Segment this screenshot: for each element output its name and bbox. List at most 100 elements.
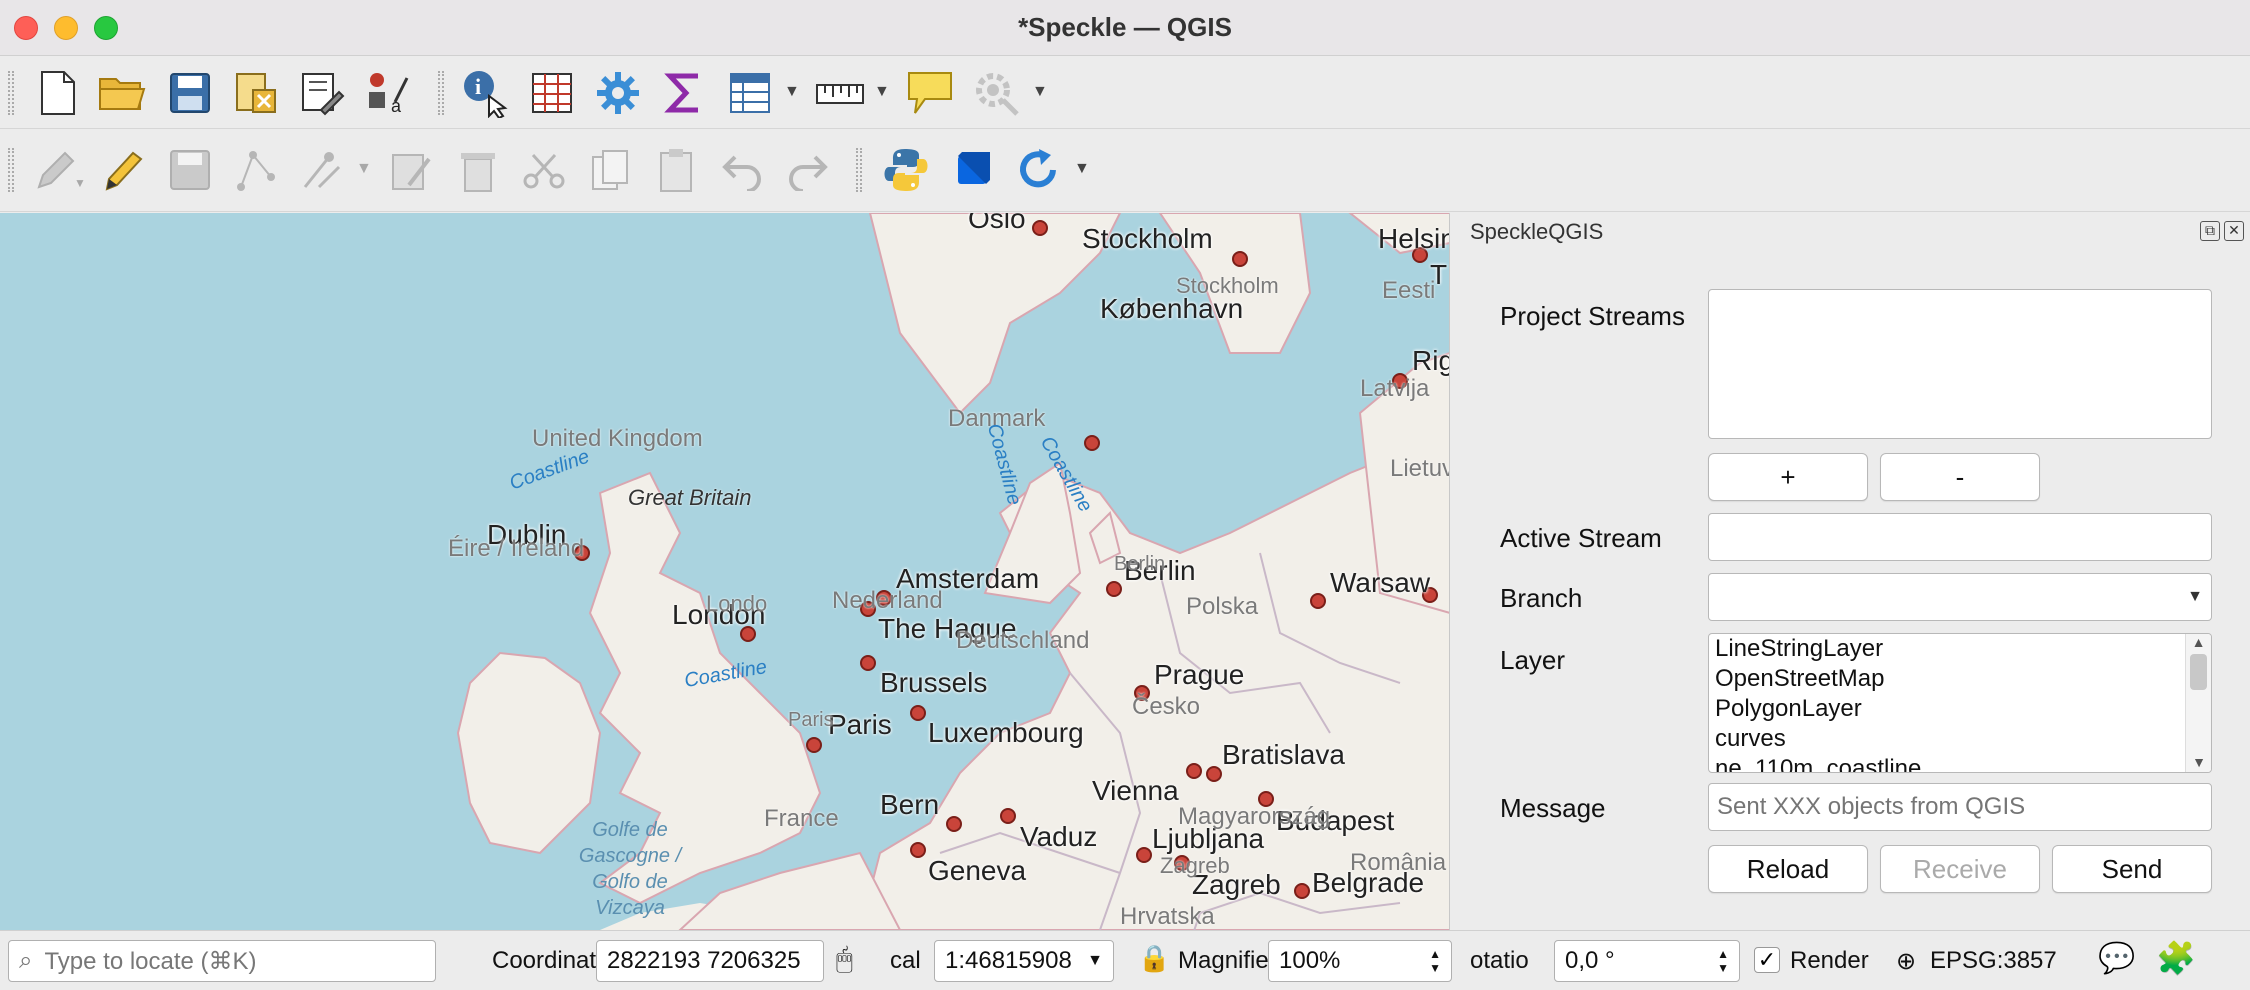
layer-list-item[interactable]: PolygonLayer bbox=[1709, 694, 2211, 724]
remove-stream-button[interactable]: - bbox=[1880, 453, 2040, 501]
new-print-layout-icon[interactable] bbox=[230, 67, 282, 119]
toolbar-grip[interactable] bbox=[8, 148, 14, 192]
toolbar-grip[interactable] bbox=[8, 71, 14, 115]
scrollbar-thumb[interactable] bbox=[2190, 654, 2207, 690]
reload-button[interactable]: Reload bbox=[1708, 845, 1868, 893]
map-city-label: Vaduz bbox=[1020, 821, 1098, 852]
speckle-cube-icon[interactable] bbox=[946, 144, 998, 196]
scroll-down-icon[interactable]: ▼ bbox=[2186, 754, 2211, 770]
scroll-up-icon[interactable]: ▲ bbox=[2186, 634, 2211, 650]
active-stream-field[interactable] bbox=[1708, 513, 2212, 561]
open-attribute-table-icon[interactable] bbox=[526, 67, 578, 119]
layer-list-item[interactable]: curves bbox=[1709, 724, 2211, 754]
vertex-tool-icon[interactable] bbox=[296, 144, 348, 196]
attribute-table-icon[interactable] bbox=[724, 67, 776, 119]
map-country-label: Latvija bbox=[1360, 375, 1430, 402]
locator-placeholder: Type to locate (⌘K) bbox=[44, 947, 257, 975]
map-city-label: Bern bbox=[880, 789, 940, 820]
refresh-icon[interactable] bbox=[1012, 144, 1064, 196]
lock-scale-icon[interactable]: 🔒 bbox=[1138, 943, 1170, 974]
measure-icon[interactable] bbox=[814, 67, 866, 119]
float-panel-icon[interactable]: ⧉ bbox=[2200, 221, 2220, 241]
crs-button[interactable]: EPSG:3857 bbox=[1930, 947, 2057, 975]
paste-icon[interactable] bbox=[650, 144, 702, 196]
modify-attributes-icon[interactable] bbox=[386, 144, 438, 196]
new-project-icon[interactable] bbox=[32, 67, 84, 119]
spinner-arrows-icon[interactable]: ▲ ▼ bbox=[1429, 947, 1441, 975]
globe-icon[interactable]: ⊕ bbox=[1896, 947, 1916, 976]
send-button[interactable]: Send bbox=[2052, 845, 2212, 893]
render-checkbox[interactable]: ✓ bbox=[1754, 947, 1780, 973]
copy-icon[interactable] bbox=[584, 144, 636, 196]
python-console-icon[interactable] bbox=[880, 144, 932, 196]
layout-manager-icon[interactable] bbox=[296, 67, 348, 119]
save-edits-icon[interactable] bbox=[164, 144, 216, 196]
search-icon: ⌕ bbox=[19, 947, 33, 974]
chevron-down-icon[interactable]: ▼ bbox=[784, 83, 800, 101]
delete-icon[interactable] bbox=[452, 144, 504, 196]
magnifier-field[interactable]: 100% ▲ ▼ bbox=[1268, 940, 1452, 982]
open-project-icon[interactable] bbox=[96, 67, 148, 119]
chevron-down-icon[interactable]: ▼ bbox=[1087, 952, 1103, 970]
identify-icon[interactable]: i bbox=[460, 67, 512, 119]
toolbar-grip[interactable] bbox=[438, 71, 444, 115]
chevron-down-icon[interactable]: ▼ bbox=[1074, 160, 1090, 178]
receive-button[interactable]: Receive bbox=[1880, 845, 2040, 893]
toolbar-grip[interactable] bbox=[856, 148, 862, 192]
map-city-label: Rig bbox=[1412, 345, 1450, 376]
processing-toolbox-icon[interactable] bbox=[970, 67, 1022, 119]
layer-list-item[interactable]: LineStringLayer bbox=[1709, 634, 2211, 664]
undo-icon[interactable] bbox=[716, 144, 768, 196]
map-city-label: Brussels bbox=[880, 667, 988, 698]
settings-gear-icon[interactable] bbox=[592, 67, 644, 119]
scale-field[interactable]: 1:46815908 ▼ bbox=[934, 940, 1114, 982]
map-small-label: Londo bbox=[706, 591, 768, 616]
scale-value: 1:46815908 bbox=[945, 947, 1072, 974]
svg-text:a: a bbox=[391, 96, 402, 116]
map-small-label: Stockholm bbox=[1176, 273, 1279, 298]
message-input[interactable] bbox=[1708, 783, 2212, 831]
main-toolbar: a i ▼ ▼ ▼ bbox=[0, 57, 2250, 129]
chevron-down-icon: ▼ bbox=[2187, 588, 2203, 605]
edit-pencil-icon[interactable] bbox=[96, 144, 148, 196]
chevron-down-icon[interactable]: ▼ bbox=[74, 176, 86, 190]
map-country-label: Éire / Ireland bbox=[448, 535, 585, 562]
style-manager-icon[interactable]: a bbox=[362, 67, 414, 119]
coordinate-field[interactable]: 2822193 7206325 bbox=[596, 940, 824, 982]
chevron-down-icon[interactable]: ▼ bbox=[874, 83, 890, 101]
map-sea-label: Golfe de Gascogne / Golfo de Vizcaya bbox=[578, 819, 682, 919]
map-city-label: Helsin bbox=[1378, 223, 1450, 254]
spinner-arrows-icon[interactable]: ▲ ▼ bbox=[1717, 947, 1729, 975]
map-tips-icon[interactable] bbox=[904, 67, 956, 119]
locator-search-input[interactable]: ⌕ Type to locate (⌘K) bbox=[8, 940, 436, 982]
map-country-label: Polska bbox=[1186, 593, 1259, 620]
chevron-down-icon[interactable]: ▼ bbox=[356, 160, 372, 178]
layer-list[interactable]: LineStringLayer OpenStreetMap PolygonLay… bbox=[1708, 633, 2212, 773]
add-stream-button[interactable]: + bbox=[1708, 453, 1868, 501]
plugins-puzzle-icon[interactable]: 🧩 bbox=[2156, 939, 2196, 977]
render-label: Render bbox=[1790, 947, 1869, 974]
chevron-down-icon[interactable]: ▼ bbox=[1032, 83, 1048, 101]
map-city-label: Vienna bbox=[1092, 775, 1179, 806]
cut-icon[interactable] bbox=[518, 144, 570, 196]
redo-icon[interactable] bbox=[782, 144, 834, 196]
close-panel-icon[interactable]: ✕ bbox=[2224, 221, 2244, 241]
map-country-label: Deutschland bbox=[956, 627, 1090, 654]
map-country-label: United Kingdom bbox=[532, 425, 703, 452]
messages-icon[interactable]: 💬 bbox=[2098, 941, 2135, 976]
map-country-label: Nederland bbox=[832, 587, 943, 614]
map-canvas[interactable]: Stockholm København Dublin London Amster… bbox=[0, 213, 1450, 930]
rotation-label: otatio bbox=[1470, 947, 1529, 974]
layer-list-item[interactable]: ne_110m_coastline bbox=[1709, 754, 2211, 772]
project-streams-list[interactable] bbox=[1708, 289, 2212, 439]
rotation-field[interactable]: 0,0 ° ▲ ▼ bbox=[1554, 940, 1740, 982]
statistics-sum-icon[interactable] bbox=[658, 67, 710, 119]
layer-list-scrollbar[interactable]: ▲ ▼ bbox=[2185, 634, 2211, 772]
map-country-label: Česko bbox=[1132, 693, 1201, 720]
mouse-toggle-icon[interactable]: 🖱 bbox=[836, 943, 853, 976]
save-project-icon[interactable] bbox=[164, 67, 216, 119]
coordinate-label: Coordinat bbox=[492, 947, 597, 974]
layer-list-item[interactable]: OpenStreetMap bbox=[1709, 664, 2211, 694]
branch-select[interactable]: ▼ bbox=[1708, 573, 2212, 621]
digitize-icon[interactable] bbox=[230, 144, 282, 196]
